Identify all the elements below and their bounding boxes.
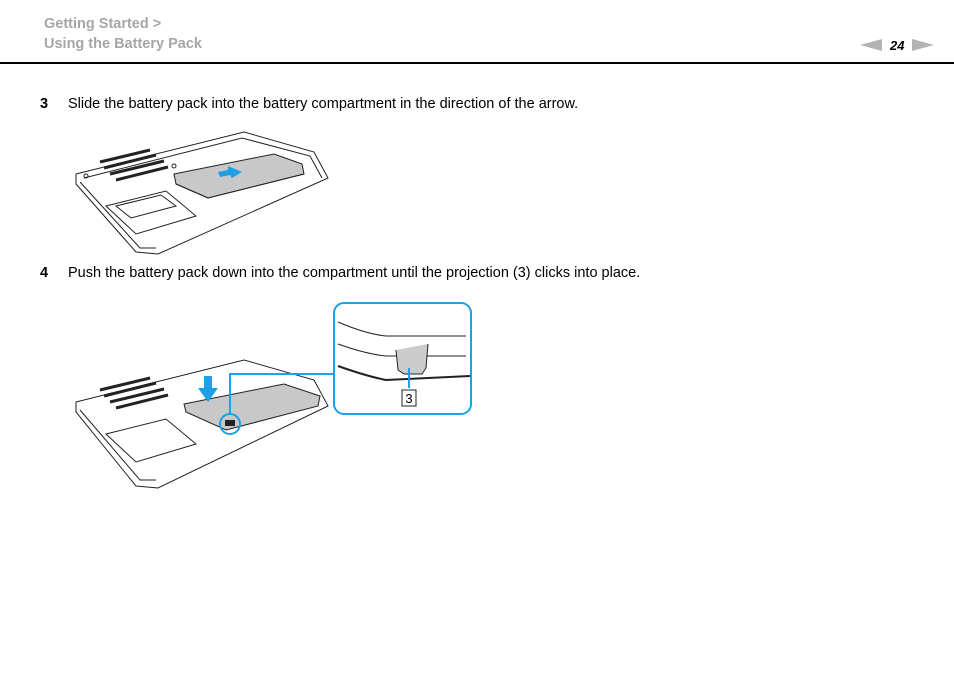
- header-divider: [0, 62, 954, 64]
- page-number: 24: [890, 37, 905, 53]
- next-page-icon[interactable]: [912, 39, 935, 51]
- laptop-body: [75, 359, 329, 489]
- step-4: 4 Push the battery pack down into the co…: [40, 265, 640, 281]
- step-text: Push the battery pack down into the comp…: [68, 265, 641, 281]
- step-number: 4: [40, 265, 49, 281]
- breadcrumb-parent[interactable]: Getting Started >: [44, 16, 161, 32]
- step-3: 3 Slide the battery pack into the batter…: [40, 96, 578, 112]
- figure-push-battery: 3: [75, 302, 472, 489]
- previous-page-icon[interactable]: [860, 39, 882, 51]
- step-number: 3: [40, 96, 49, 112]
- page-navigation: 24: [860, 36, 935, 54]
- figure-slide-battery: [75, 131, 329, 255]
- callout-label: 3: [405, 391, 412, 406]
- step-text: Slide the battery pack into the battery …: [68, 96, 579, 112]
- breadcrumb-current: Using the Battery Pack: [44, 36, 202, 52]
